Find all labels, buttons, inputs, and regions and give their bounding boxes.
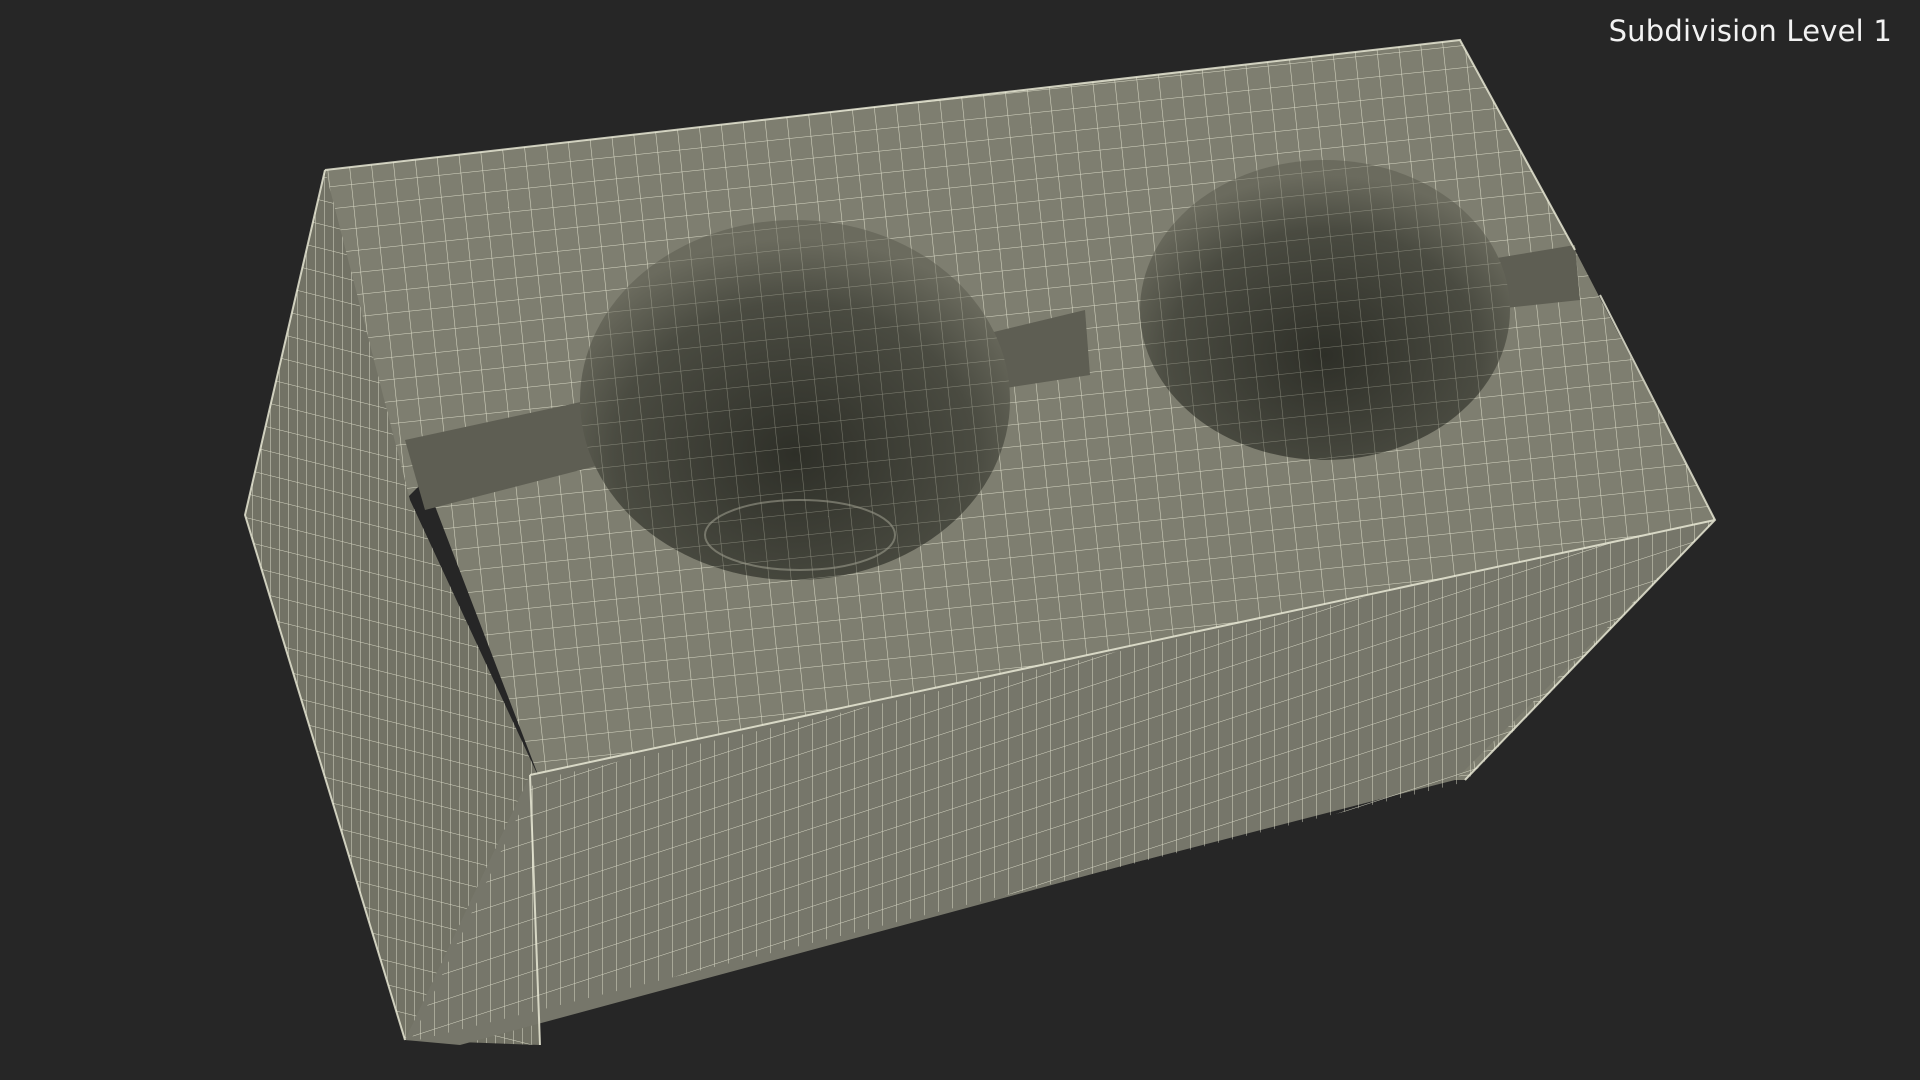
cup-hole-right bbox=[1140, 160, 1510, 460]
3d-viewport[interactable]: Subdivision Level 1 bbox=[0, 0, 1920, 1080]
subdivision-level-label: Subdivision Level 1 bbox=[1608, 14, 1892, 48]
cup-hole-left bbox=[580, 220, 1010, 580]
model-render bbox=[243, 38, 1717, 1046]
